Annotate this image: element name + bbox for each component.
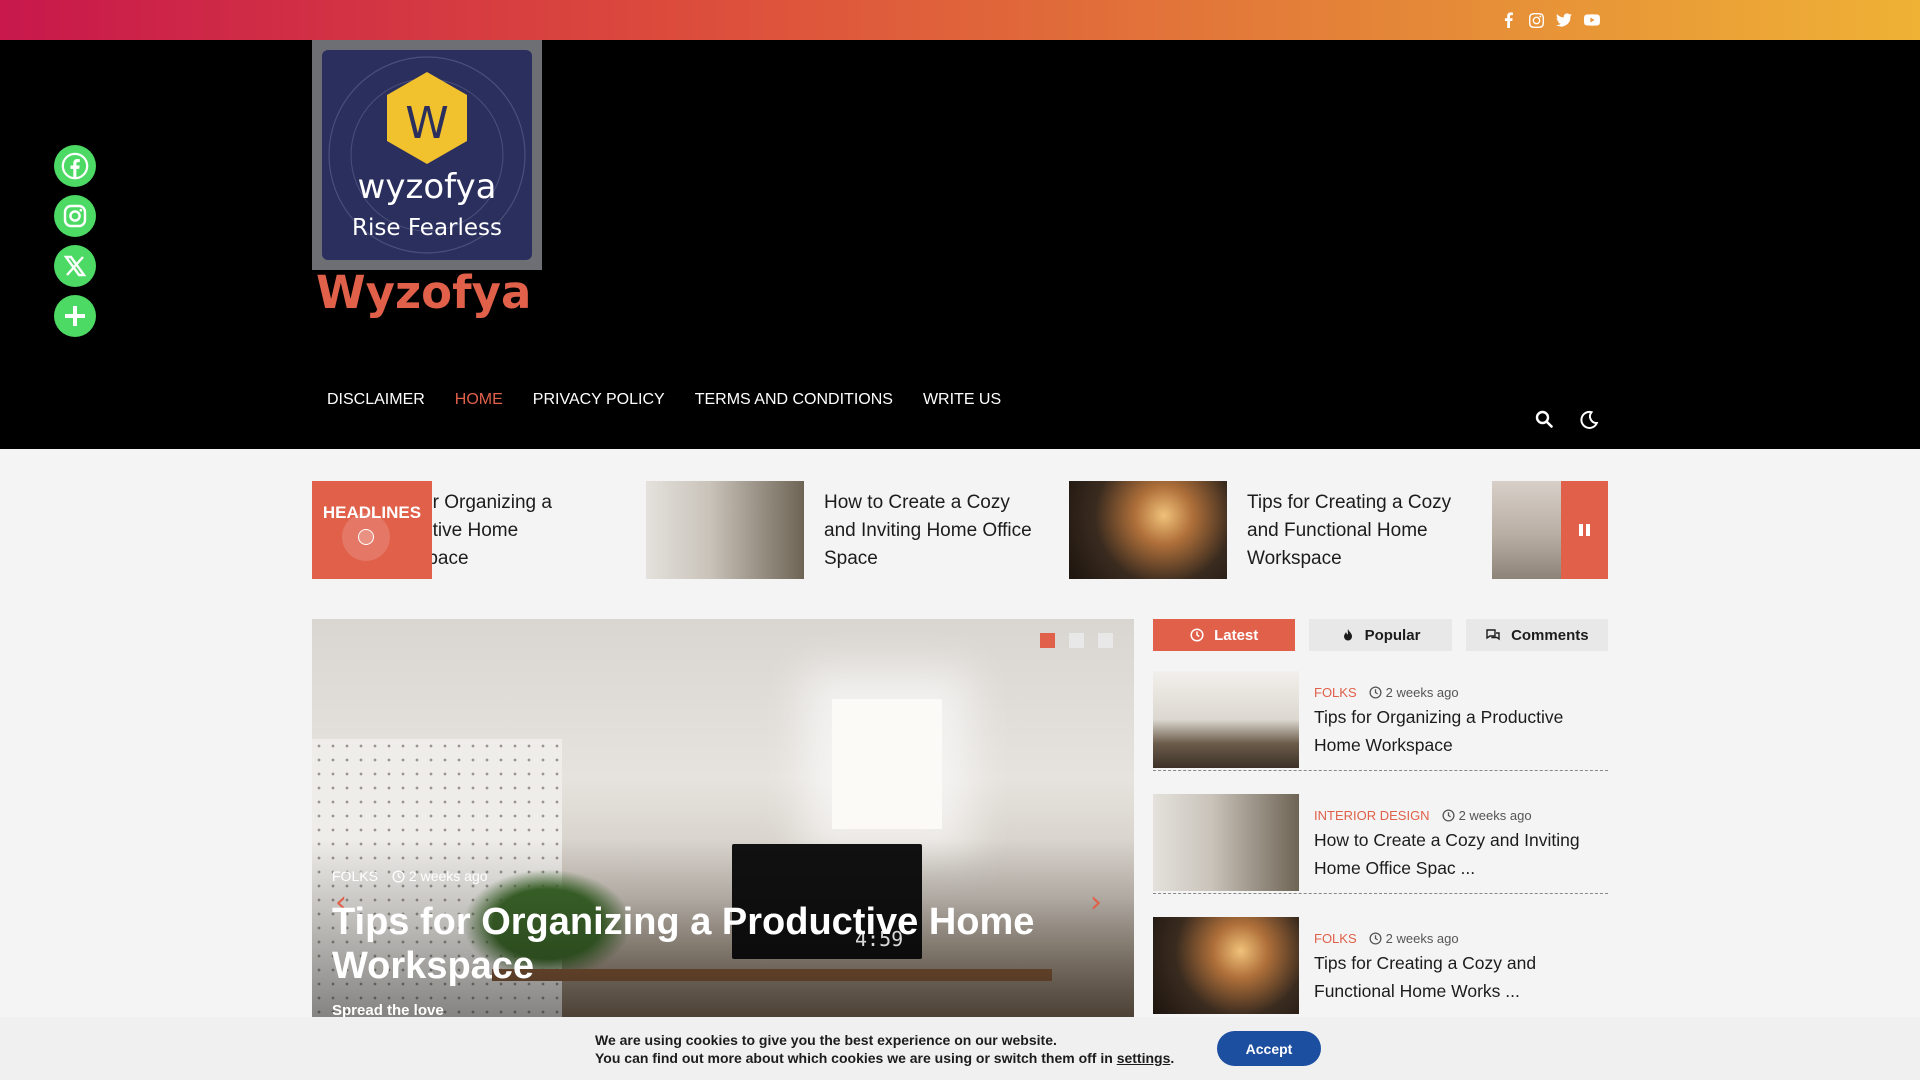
ticker-item[interactable]: How to Create a Cozy and Inviting Home O…	[646, 481, 1034, 579]
main-navigation: DISCLAIMER HOME PRIVACY POLICY TERMS AND…	[312, 370, 1016, 430]
ticker-item-thumbnail[interactable]	[646, 481, 804, 579]
slide-title[interactable]: Tips for Organizing a Productive Home Wo…	[332, 900, 1052, 988]
clock-icon	[1190, 628, 1204, 642]
post-title[interactable]: Tips for Organizing a Productive Home Wo…	[1314, 703, 1604, 759]
cookie-consent-bar: We are using cookies to give you the bes…	[0, 1017, 1920, 1080]
svg-text:wyzofya: wyzofya	[358, 167, 497, 207]
nav-item-write-us[interactable]: WRITE US	[908, 391, 1016, 409]
slider-dot[interactable]	[1069, 633, 1084, 648]
post-title[interactable]: Tips for Creating a Cozy and Functional …	[1314, 949, 1604, 1005]
clock-icon	[1369, 686, 1382, 699]
cookie-message: We are using cookies to give you the bes…	[595, 1032, 1175, 1066]
post-title[interactable]: How to Create a Cozy and Inviting Home O…	[1314, 826, 1604, 882]
tab-popular[interactable]: Popular	[1309, 619, 1452, 651]
post-thumbnail[interactable]	[1153, 917, 1299, 1014]
nav-item-disclaimer[interactable]: DISCLAIMER	[312, 391, 440, 409]
slide-time: 2 weeks ago	[408, 868, 488, 884]
fire-icon	[1343, 629, 1352, 641]
clock-icon	[1442, 809, 1455, 822]
youtube-icon[interactable]	[1584, 9, 1600, 31]
svg-text:W: W	[405, 98, 449, 149]
post-category[interactable]: FOLKS	[1314, 685, 1357, 700]
share-x-icon[interactable]	[54, 245, 96, 287]
cookie-line-2: You can find out more about which cookie…	[595, 1050, 1113, 1066]
nav-item-home[interactable]: HOME	[440, 391, 518, 409]
clock-icon	[392, 869, 405, 883]
tab-comments[interactable]: Comments	[1465, 619, 1608, 651]
share-instagram-icon[interactable]	[54, 195, 96, 237]
top-social-links	[1500, 9, 1600, 31]
comments-icon	[1486, 629, 1500, 641]
facebook-icon[interactable]	[1500, 9, 1516, 31]
tab-label: Popular	[1364, 626, 1421, 644]
pause-icon	[1578, 524, 1590, 536]
headlines-label: HEADLINES	[312, 481, 432, 579]
pulse-dot-icon	[342, 513, 390, 561]
cookie-line-1: We are using cookies to give you the bes…	[595, 1032, 1057, 1048]
slide-category[interactable]: FOLKS	[332, 868, 378, 884]
cookie-settings-link[interactable]: settings	[1117, 1050, 1171, 1066]
logo-badge: W wyzofya Rise Fearless	[322, 50, 532, 260]
floating-share-bar	[54, 145, 96, 337]
svg-text:Rise Fearless: Rise Fearless	[352, 215, 502, 241]
ticker-pause-button[interactable]	[1561, 481, 1608, 579]
slider-pagination	[1040, 633, 1113, 648]
list-item[interactable]: FOLKS 2 weeks ago Tips for Creating a Co…	[1153, 907, 1608, 1017]
cookie-accept-button[interactable]: Accept	[1217, 1031, 1321, 1066]
post-thumbnail[interactable]	[1153, 671, 1299, 768]
share-facebook-icon[interactable]	[54, 145, 96, 187]
clock-icon	[1369, 932, 1382, 945]
ticker-item-title[interactable]: How to Create a Cozy and Inviting Home O…	[804, 481, 1034, 579]
site-title[interactable]: Wyzofya	[316, 266, 531, 319]
list-item[interactable]: FOLKS 2 weeks ago Tips for Organizing a …	[1153, 661, 1608, 771]
search-icon[interactable]	[1535, 410, 1553, 435]
nav-item-terms[interactable]: TERMS AND CONDITIONS	[680, 391, 908, 409]
twitter-icon[interactable]	[1556, 9, 1572, 31]
dark-mode-moon-icon[interactable]	[1579, 410, 1599, 435]
post-time: 2 weeks ago	[1385, 931, 1459, 946]
post-time: 2 weeks ago	[1385, 685, 1459, 700]
top-bar	[0, 0, 1920, 40]
post-time: 2 weeks ago	[1458, 808, 1532, 823]
list-item[interactable]: INTERIOR DESIGN 2 weeks ago How to Creat…	[1153, 784, 1608, 894]
site-logo[interactable]: W wyzofya Rise Fearless	[312, 40, 542, 270]
post-thumbnail[interactable]	[1153, 794, 1299, 891]
headlines-ticker: s for Organizing a ductive Home rkspace …	[312, 481, 1608, 579]
ticker-item[interactable]: Tips for Creating a Cozy and Functional …	[1069, 481, 1457, 579]
instagram-icon[interactable]	[1528, 9, 1544, 31]
ticker-item-thumbnail[interactable]	[1069, 481, 1227, 579]
slide-meta: FOLKS 2 weeks ago	[332, 868, 488, 884]
tab-latest[interactable]: Latest	[1153, 619, 1296, 651]
tab-label: Comments	[1511, 626, 1589, 644]
tab-label: Latest	[1214, 626, 1259, 644]
header-actions	[1535, 410, 1599, 435]
nav-item-privacy-policy[interactable]: PRIVACY POLICY	[518, 391, 680, 409]
logo-graphic: W wyzofya Rise Fearless	[328, 56, 526, 254]
sidebar-tabs: Latest Popular Comments	[1153, 619, 1608, 651]
post-category[interactable]: INTERIOR DESIGN	[1314, 808, 1430, 823]
post-category[interactable]: FOLKS	[1314, 931, 1357, 946]
slider-next-arrow-icon[interactable]: ›	[1090, 885, 1102, 920]
slider-dot[interactable]	[1040, 633, 1055, 648]
share-more-icon[interactable]	[54, 295, 96, 337]
slider-dot[interactable]	[1098, 633, 1113, 648]
ticker-item-title[interactable]: Tips for Creating a Cozy and Functional …	[1227, 481, 1457, 579]
